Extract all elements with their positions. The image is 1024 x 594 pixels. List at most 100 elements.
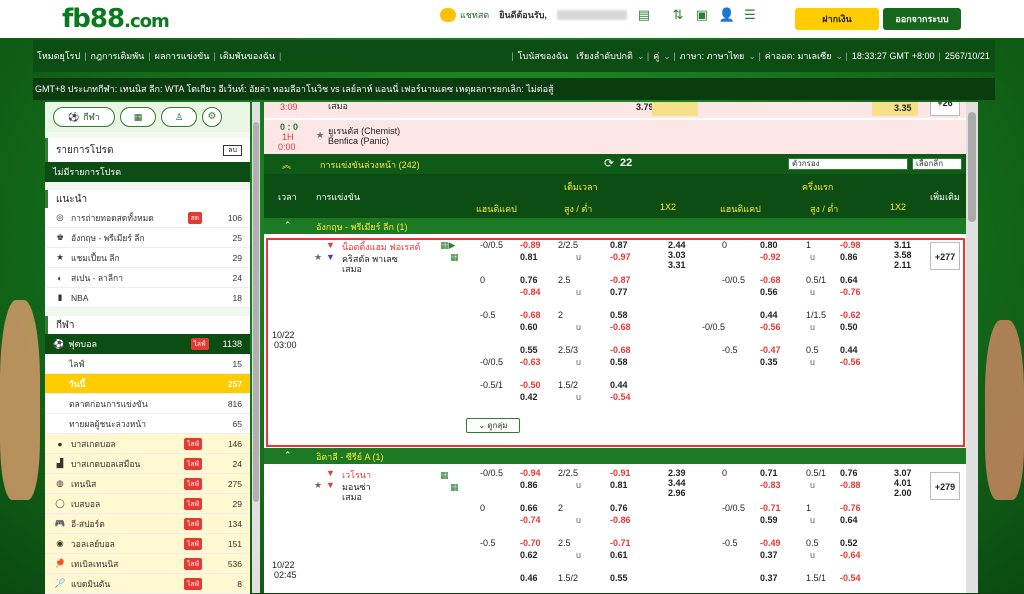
- odds-value[interactable]: 0.55: [520, 345, 538, 355]
- odds-value[interactable]: -0.86: [610, 515, 631, 525]
- odds-value[interactable]: 0.71: [760, 468, 778, 478]
- collapse-icon[interactable]: ︽: [282, 158, 291, 171]
- odds-value[interactable]: 0.76: [840, 468, 858, 478]
- odds-value[interactable]: -0.84: [520, 287, 541, 297]
- odds-value[interactable]: -0.71: [760, 503, 781, 513]
- odds-value[interactable]: 3.07: [894, 468, 912, 478]
- odds-value[interactable]: -0.76: [840, 287, 861, 297]
- odds-value[interactable]: -0.64: [840, 550, 861, 560]
- odds-value[interactable]: -0.50: [520, 380, 541, 390]
- sport-item[interactable]: ◯ เบสบอล ไลฟ์ 29: [45, 494, 250, 514]
- nav-mybets[interactable]: เดิมพันของฉัน: [216, 49, 279, 63]
- rec-item[interactable]: ♚ อังกฤษ - พรีเมียร์ ลีก 25: [45, 228, 250, 248]
- odds-value[interactable]: 0.44: [840, 345, 858, 355]
- odds-value[interactable]: 0.64: [840, 515, 858, 525]
- odds-value[interactable]: -0.47: [760, 345, 781, 355]
- odds-value[interactable]: -0.68: [760, 275, 781, 285]
- odds-value[interactable]: -0.68: [520, 310, 541, 320]
- chevron-up-icon[interactable]: ⌃: [284, 450, 292, 461]
- odds-value[interactable]: 0.56: [760, 287, 778, 297]
- nav-bonus[interactable]: โบนัสของฉัน: [514, 49, 572, 63]
- nav-promo[interactable]: โหมดยุโรป: [33, 49, 84, 63]
- odds-value[interactable]: 0.35: [760, 357, 778, 367]
- sport-item[interactable]: 🎮 อี-สปอร์ต ไลฟ์ 134: [45, 514, 250, 534]
- balance-icon[interactable]: ▤: [637, 8, 651, 22]
- odds-value[interactable]: -0.89: [520, 240, 541, 250]
- stats-icon[interactable]: ▦▶: [440, 240, 455, 251]
- odds-value[interactable]: -0.97: [610, 252, 631, 262]
- odds-value[interactable]: 3.03: [668, 250, 686, 260]
- odds-value[interactable]: 0.52: [840, 538, 858, 548]
- show-more-button[interactable]: ⌄ ดูกลุ่ม: [466, 418, 520, 433]
- site-logo[interactable]: fb88.com: [62, 4, 170, 34]
- football-today[interactable]: วันนี้ 257: [45, 374, 250, 394]
- chevron-up-icon[interactable]: ⌃: [284, 220, 292, 231]
- odds-value[interactable]: 0.50: [840, 322, 858, 332]
- live-odd[interactable]: 3.79: [636, 102, 654, 112]
- lottery-icon[interactable]: ▣: [695, 8, 709, 22]
- transfer-icon[interactable]: ⇅: [671, 8, 685, 22]
- rec-item[interactable]: ▮ NBA 18: [45, 288, 250, 308]
- odds-value[interactable]: 0.37: [760, 573, 778, 583]
- odds-value[interactable]: 0.64: [840, 275, 858, 285]
- refresh-icon[interactable]: ⟳: [604, 156, 614, 170]
- logout-button[interactable]: ออกจากระบบ: [883, 8, 961, 30]
- odds-value[interactable]: 2.39: [668, 468, 686, 478]
- odds-value[interactable]: -0.91: [610, 468, 631, 478]
- odds-value[interactable]: 0.87: [610, 240, 628, 250]
- odds-value[interactable]: 2.00: [894, 488, 912, 498]
- odds-value[interactable]: -0.54: [840, 573, 861, 583]
- odds-value[interactable]: 2.11: [894, 260, 911, 270]
- deposit-button[interactable]: ฝากเงิน: [795, 8, 879, 30]
- odds-value[interactable]: 0.59: [760, 515, 778, 525]
- star-icon[interactable]: ★: [314, 480, 322, 491]
- odds-value[interactable]: 2.96: [668, 488, 686, 498]
- lineup-icon[interactable]: ▦: [450, 482, 459, 493]
- nav-odds-type[interactable]: ค่าออด: มาเลเซีย: [761, 49, 836, 63]
- odds-value[interactable]: 0.76: [610, 503, 628, 513]
- odds-value[interactable]: -0.71: [610, 538, 631, 548]
- odds-value[interactable]: 0.44: [610, 380, 628, 390]
- odds-value[interactable]: 0.81: [610, 480, 628, 490]
- sport-item[interactable]: 🏸 แบดมินตัน ไลฟ์ 8: [45, 574, 250, 594]
- sport-item[interactable]: ● บาสเกตบอล ไลฟ์ 146: [45, 434, 250, 454]
- football-early[interactable]: ตลาดก่อนการแข่งขัน 816: [45, 394, 250, 414]
- rec-item[interactable]: ◎ การถ่ายทอดสดทั้งหมด สด 106: [45, 208, 250, 228]
- star-icon[interactable]: ★: [314, 252, 322, 263]
- user-icon[interactable]: 👤: [719, 8, 735, 22]
- stats-icon[interactable]: ▦: [440, 470, 449, 481]
- sport-item[interactable]: ◉ วอลเลย์บอล ไลฟ์ 151: [45, 534, 250, 554]
- odds-value[interactable]: 3.58: [894, 250, 912, 260]
- odds-value[interactable]: -0.62: [840, 310, 861, 320]
- odds-value[interactable]: 0.42: [520, 392, 538, 402]
- settings-tab[interactable]: ⚙: [202, 107, 222, 127]
- select-league-button[interactable]: เลือกลีก: [912, 158, 962, 170]
- chat-link[interactable]: แชทสด: [440, 8, 489, 22]
- nav-rules[interactable]: กฎการเดิมพัน: [87, 49, 149, 63]
- sidebar-scrollbar[interactable]: [252, 102, 260, 593]
- more-bets-button[interactable]: +26: [930, 102, 960, 116]
- odds-value[interactable]: -0.70: [520, 538, 541, 548]
- calendar-tab[interactable]: ▦: [120, 107, 156, 127]
- rec-item[interactable]: ★ แชมเปี้ยน ลีก 29: [45, 248, 250, 268]
- odds-value[interactable]: -0.94: [520, 468, 541, 478]
- football-outright[interactable]: ทายผลผู้ชนะล่วงหน้า 65: [45, 414, 250, 434]
- nav-odds-order[interactable]: เรียงลำดับปกติ: [572, 49, 637, 63]
- odds-value[interactable]: -0.74: [520, 515, 541, 525]
- main-scrollbar[interactable]: [966, 102, 978, 593]
- odds-value[interactable]: 0.86: [840, 252, 858, 262]
- football-item[interactable]: ⚽ ฟุตบอล ไลฟ์ 1138: [45, 334, 250, 354]
- odds-value[interactable]: -0.49: [760, 538, 781, 548]
- odds-value[interactable]: 0.77: [610, 287, 628, 297]
- odds-value[interactable]: -0.76: [840, 503, 861, 513]
- odds-value[interactable]: -0.56: [840, 357, 861, 367]
- filter-select[interactable]: ตัวกรอง: [788, 158, 908, 170]
- odds-value[interactable]: 0.61: [610, 550, 628, 560]
- nav-pair[interactable]: คู่: [649, 49, 663, 63]
- odds-value[interactable]: -0.92: [760, 252, 781, 262]
- odds-value[interactable]: 0.58: [610, 357, 628, 367]
- odds-value[interactable]: 0.81: [520, 252, 538, 262]
- nav-language[interactable]: ภาษา: ภาษาไทย: [676, 49, 749, 63]
- odds-value[interactable]: 0.58: [610, 310, 628, 320]
- sport-tab[interactable]: ⚽ กีฬา: [53, 107, 115, 127]
